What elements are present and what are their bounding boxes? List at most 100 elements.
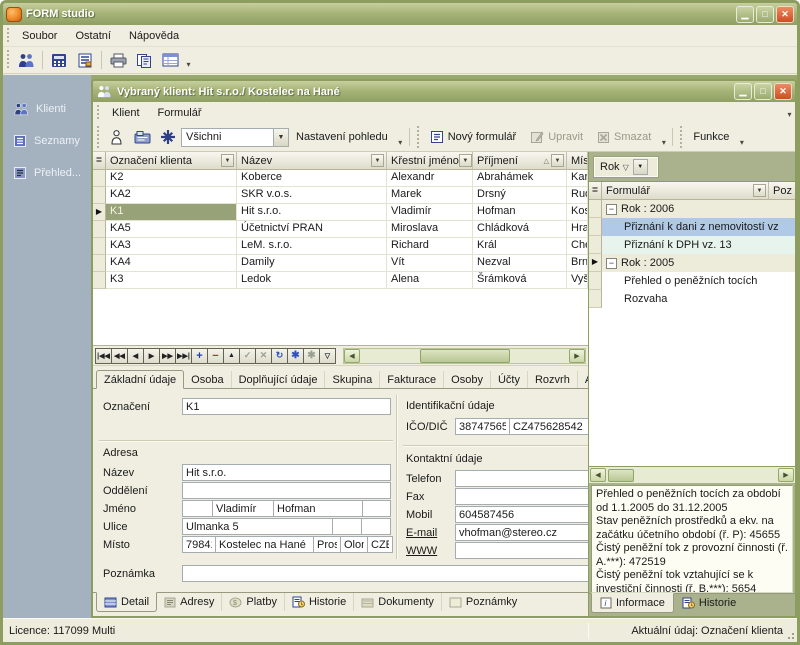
- sidebar-item-prehled[interactable]: Přehled...: [3, 157, 91, 189]
- jmeno-suffix-field[interactable]: [362, 500, 391, 517]
- print-icon[interactable]: [106, 49, 130, 71]
- cancel-edit-button[interactable]: ✕: [255, 348, 272, 364]
- tree-item-row-selected[interactable]: Přiznání k dani z nemovitostí vz: [589, 218, 795, 236]
- functions-button[interactable]: Funkce: [686, 128, 736, 146]
- table-row[interactable]: KA5Účetnictví PRANMiroslavaChládkováHrad: [93, 221, 588, 238]
- collapse-icon[interactable]: −: [606, 258, 617, 269]
- tab-rozvrh[interactable]: Rozvrh: [528, 371, 578, 388]
- view-settings-button[interactable]: Nastavení pohledu: [289, 128, 395, 146]
- next-record-button[interactable]: ▶: [143, 348, 160, 364]
- chevron-down-icon[interactable]: ▼: [221, 154, 234, 167]
- toolbar-overflow-icon[interactable]: ▾: [658, 133, 669, 151]
- scroll-left-icon[interactable]: ◀: [344, 349, 360, 363]
- table-row[interactable]: KA2SKR v.o.s.MarekDrsnýRudn: [93, 187, 588, 204]
- toolbar-grip[interactable]: [679, 126, 684, 148]
- tab-ucty[interactable]: Účty: [491, 371, 528, 388]
- scroll-right-icon[interactable]: ▶: [778, 468, 794, 482]
- minimize-button[interactable]: ▁: [736, 6, 754, 23]
- chevron-down-icon[interactable]: ▼: [273, 129, 288, 146]
- column-header-nazev[interactable]: Název▼: [237, 152, 387, 170]
- insert-record-button[interactable]: +: [191, 348, 208, 364]
- chevron-down-icon[interactable]: ▼: [633, 159, 648, 175]
- menu-grip[interactable]: [96, 105, 101, 120]
- client-maximize-button[interactable]: □: [754, 83, 772, 100]
- scroll-left-icon[interactable]: ◀: [590, 468, 606, 482]
- tab-historie-panel[interactable]: Historie: [674, 594, 744, 612]
- fax-field[interactable]: [455, 488, 588, 505]
- dic-field[interactable]: [509, 418, 588, 435]
- column-header-formular[interactable]: Formulář▼: [602, 182, 769, 200]
- menu-soubor[interactable]: Soubor: [13, 27, 66, 45]
- filter-icon[interactable]: ▽: [319, 348, 336, 364]
- column-header-oznaceni[interactable]: Označení klienta▼: [106, 152, 237, 170]
- table-row[interactable]: KA4DamilyVítNezvalBrno: [93, 255, 588, 272]
- post-edit-button[interactable]: ✓: [239, 348, 256, 364]
- misto-stat-field[interactable]: [367, 536, 393, 553]
- tab-historie[interactable]: Historie: [285, 593, 354, 611]
- tab-adresy[interactable]: Adresy: [157, 593, 222, 611]
- client-card-icon[interactable]: [130, 126, 154, 148]
- delete-form-button[interactable]: Smazat: [590, 128, 658, 147]
- menu-napoveda[interactable]: Nápověda: [120, 27, 188, 45]
- rok-filter-group[interactable]: Rok ▽ ▼: [594, 157, 658, 177]
- chevron-down-icon[interactable]: ▼: [753, 184, 766, 197]
- tab-zakladni-udaje[interactable]: Základní údaje: [96, 370, 184, 389]
- collapse-icon[interactable]: −: [606, 204, 617, 215]
- close-button[interactable]: ✕: [776, 6, 794, 23]
- grid-corner-button[interactable]: ≣: [589, 182, 602, 200]
- refresh-button[interactable]: ↻: [271, 348, 288, 364]
- tab-skupina[interactable]: Skupina: [325, 371, 380, 388]
- table-row[interactable]: KA3LeM. s.r.o.RichardKrálCheb: [93, 238, 588, 255]
- misto-city-field[interactable]: [215, 536, 314, 553]
- tab-osoby[interactable]: Osoby: [444, 371, 491, 388]
- tab-doplnujici-udaje[interactable]: Doplňující údaje: [232, 371, 326, 388]
- oznaceni-field[interactable]: [182, 398, 391, 415]
- tab-fakturace[interactable]: Fakturace: [380, 371, 444, 388]
- tree-item-row[interactable]: Přiznání k DPH vz. 13: [589, 236, 795, 254]
- tab-platby[interactable]: $Platby: [222, 593, 285, 611]
- toolbar-grip[interactable]: [416, 126, 421, 148]
- jmeno-last-field[interactable]: [273, 500, 363, 517]
- last-record-button[interactable]: ▶▶|: [175, 348, 192, 364]
- delete-record-button[interactable]: −: [207, 348, 224, 364]
- toolbar-grip[interactable]: [96, 126, 101, 148]
- tab-detail[interactable]: Detail: [96, 592, 157, 612]
- grid-horizontal-scrollbar[interactable]: ◀ ▶: [343, 348, 586, 364]
- list-icon[interactable]: [158, 49, 182, 71]
- menu-grip[interactable]: [6, 28, 11, 43]
- tab-informace[interactable]: iInformace: [591, 593, 674, 613]
- menu-klient[interactable]: Klient: [103, 104, 149, 122]
- edit-record-button[interactable]: ▲: [223, 348, 240, 364]
- poznamka-field[interactable]: [182, 565, 588, 582]
- client-close-button[interactable]: ✕: [774, 83, 792, 100]
- scrollbar-thumb[interactable]: [420, 349, 510, 363]
- copy-icon[interactable]: [132, 49, 156, 71]
- column-header-krestni[interactable]: Křestní jméno▼: [387, 152, 473, 170]
- chevron-down-icon[interactable]: ▼: [459, 154, 472, 167]
- email-link-label[interactable]: E-mail: [406, 527, 437, 539]
- prior-page-button[interactable]: ◀◀: [111, 348, 128, 364]
- column-header-misto[interactable]: Místo: [567, 152, 588, 170]
- column-header-poznamka[interactable]: Poz: [769, 182, 795, 200]
- tree-group-row[interactable]: ▶−Rok : 2005: [589, 254, 795, 272]
- resize-grip[interactable]: [787, 632, 795, 640]
- person-icon[interactable]: [104, 126, 128, 148]
- client-minimize-button[interactable]: ▁: [734, 83, 752, 100]
- toolbar-grip[interactable]: [6, 50, 11, 70]
- scroll-right-icon[interactable]: ▶: [569, 349, 585, 363]
- tree-group-row[interactable]: −Rok : 2006: [589, 200, 795, 218]
- delete-client-icon[interactable]: [156, 126, 180, 148]
- forms-icon[interactable]: [73, 49, 97, 71]
- misto-okres-field[interactable]: [313, 536, 341, 553]
- menu-formular[interactable]: Formulář: [149, 104, 211, 122]
- table-row[interactable]: K2KoberceAlexandrAbrahámekKarv: [93, 170, 588, 187]
- first-record-button[interactable]: |◀◀: [95, 348, 112, 364]
- new-form-button[interactable]: Nový formulář: [423, 127, 523, 147]
- clients-icon[interactable]: [14, 49, 38, 71]
- jmeno-title-field[interactable]: [182, 500, 213, 517]
- tab-poznamky[interactable]: Poznámky: [442, 593, 524, 611]
- email-field[interactable]: [455, 524, 588, 541]
- ico-field[interactable]: [455, 418, 510, 435]
- forms-horizontal-scrollbar[interactable]: ◀ ▶: [589, 466, 795, 483]
- title-bar[interactable]: FORM studio ▁ □ ✕: [3, 3, 797, 25]
